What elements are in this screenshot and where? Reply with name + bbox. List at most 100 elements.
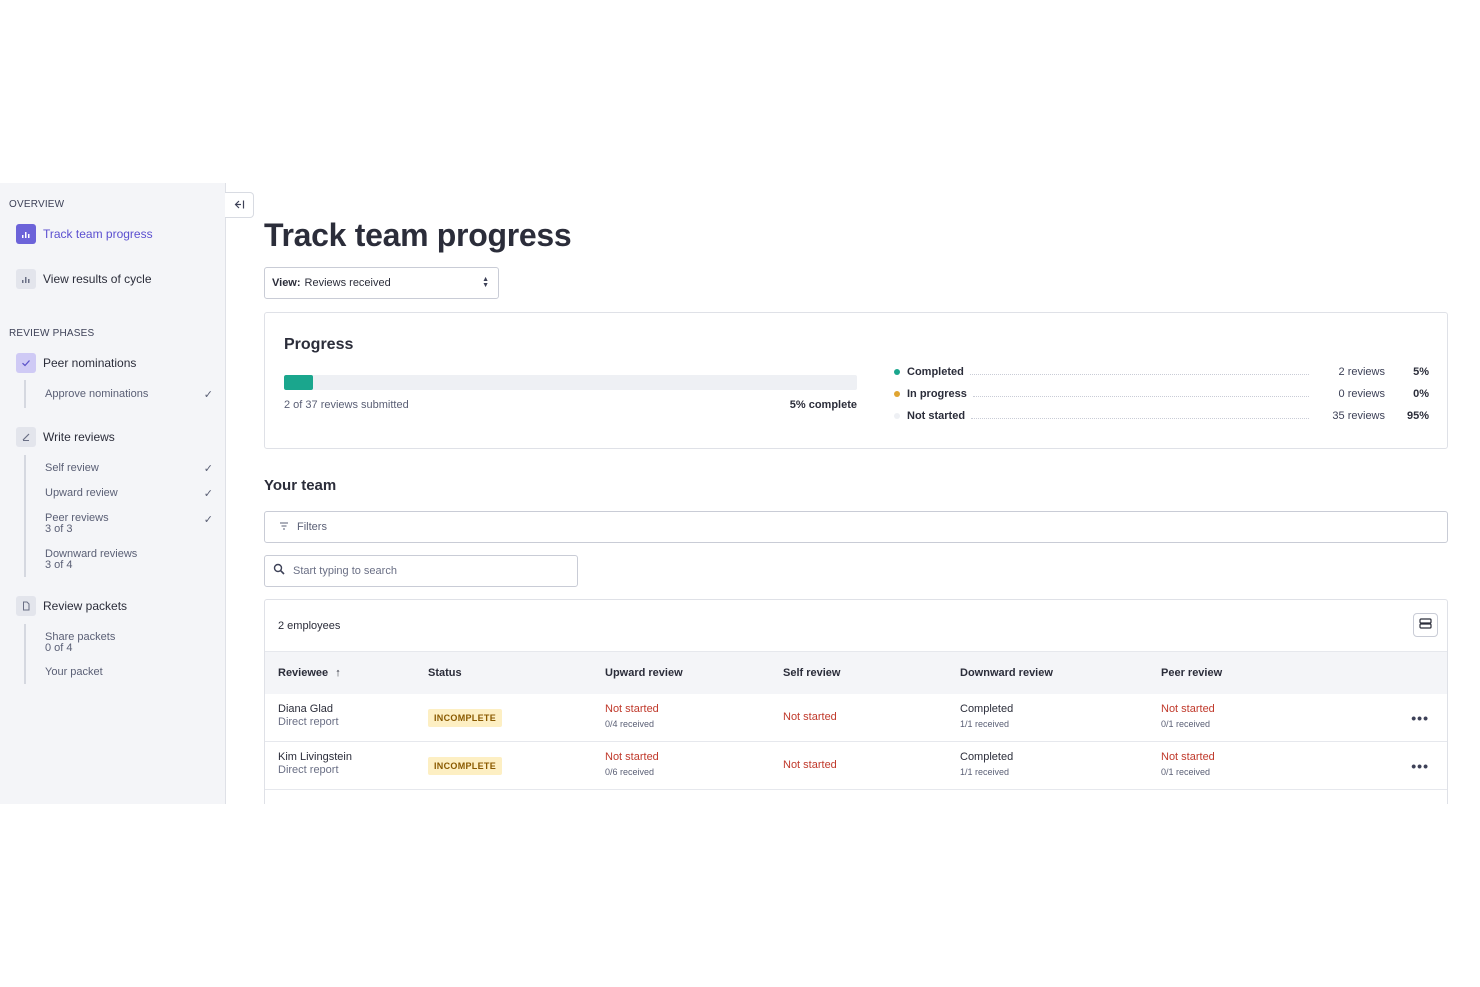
column-header-self-review[interactable]: Self review (783, 667, 840, 679)
peer-review-cell: Not started 0/1 received (1161, 751, 1215, 777)
table-density-button[interactable] (1413, 613, 1438, 637)
sidebar-item-label: View results of cycle (43, 272, 152, 286)
row-more-button[interactable]: ••• (1411, 758, 1429, 774)
upward-review-cell: Not started 0/4 received (605, 703, 659, 729)
downward-review-cell: Completed 1/1 received (960, 751, 1013, 777)
view-select[interactable]: View: Reviews received ▲ ▼ (264, 267, 499, 299)
reviewee-name: Diana Glad (278, 703, 334, 715)
check-icon: ✓ (203, 514, 213, 526)
reviewee-relation: Direct report (278, 716, 339, 728)
legend-label: Completed (907, 366, 964, 378)
sidebar-item-label: Write reviews (43, 430, 115, 444)
page-title: Track team progress (264, 217, 572, 253)
upward-review-status: Not started (605, 751, 659, 763)
table-header: Reviewee ↑ Status Upward review Self rev… (265, 651, 1447, 694)
select-arrows-icon: ▲ ▼ (482, 276, 489, 289)
column-header-downward-review[interactable]: Downward review (960, 667, 1053, 679)
upward-review-cell: Not started 0/6 received (605, 751, 659, 777)
sub-item-connector (24, 624, 26, 684)
legend-row-completed: Completed 2 reviews 5% (894, 364, 1429, 380)
table-row[interactable]: Diana Glad Direct report INCOMPLETE Not … (265, 694, 1447, 742)
downward-review-detail: 1/1 received (960, 767, 1010, 777)
filters-label: Filters (297, 521, 327, 533)
sidebar-subitem-downward-reviews[interactable]: Downward reviews 3 of 4 (45, 549, 213, 571)
sub-item-connector (24, 380, 26, 408)
filters-button[interactable]: Filters (264, 511, 1448, 543)
search-icon (273, 562, 285, 580)
team-table: 2 employees Reviewee ↑ Status Upward rev… (264, 599, 1448, 804)
search-input[interactable] (293, 565, 563, 577)
downward-review-status: Completed (960, 703, 1014, 715)
peer-review-cell: Not started 0/1 received (1161, 703, 1215, 729)
status-badge: INCOMPLETE (428, 709, 503, 727)
sidebar-item-view-results[interactable]: View results of cycle (16, 269, 152, 289)
peer-review-status: Not started (1161, 703, 1215, 715)
column-header-reviewee[interactable]: Reviewee ↑ (278, 667, 341, 679)
check-icon: ✓ (203, 389, 213, 401)
downward-review-detail: 1/1 received (960, 719, 1010, 729)
sidebar-subitem-your-packet[interactable]: Your packet (45, 666, 213, 678)
sidebar-item-label: Peer nominations (43, 356, 137, 370)
sidebar-item-label: Review packets (43, 599, 128, 613)
reviewee-cell: Kim Livingstein Direct report (278, 751, 352, 776)
bar-chart-icon (16, 224, 36, 244)
row-more-button[interactable]: ••• (1411, 710, 1429, 726)
bar-chart-icon (16, 269, 36, 289)
downward-review-cell: Completed 1/1 received (960, 703, 1013, 729)
collapse-left-icon (234, 198, 245, 212)
sidebar-subitem-upward-review[interactable]: Upward review ✓ (45, 487, 213, 500)
sort-ascending-icon: ↑ (335, 667, 341, 679)
legend-count: 0 reviews (1338, 388, 1385, 400)
review-phases-section-title: REVIEW PHASES (9, 328, 95, 339)
self-review-status: Not started (783, 711, 837, 723)
column-header-status[interactable]: Status (428, 667, 462, 679)
sidebar-item-peer-nominations[interactable]: Peer nominations (16, 353, 136, 373)
check-icon: ✓ (203, 488, 213, 500)
status-badge: INCOMPLETE (428, 757, 503, 775)
status-dot (894, 391, 900, 397)
table-row[interactable]: Kim Livingstein Direct report INCOMPLETE… (265, 742, 1447, 790)
sidebar-subitem-share-packets[interactable]: Share packets 0 of 4 (45, 632, 213, 654)
sidebar-subitem-detail: 0 of 4 (45, 642, 73, 654)
legend-percent: 5% (1413, 366, 1429, 378)
sidebar-item-track-team-progress[interactable]: Track team progress (16, 224, 153, 244)
upward-review-detail: 0/6 received (605, 767, 655, 777)
rows-icon (1419, 616, 1432, 634)
sidebar-subitem-label: Self review (45, 462, 99, 474)
progress-bar-fill (284, 375, 313, 390)
app-window: OVERVIEW Track team progress View result… (0, 183, 1480, 804)
downward-review-status: Completed (960, 751, 1014, 763)
legend-percent: 0% (1413, 388, 1429, 400)
sidebar: OVERVIEW Track team progress View result… (0, 183, 226, 804)
progress-bar (284, 375, 857, 390)
employee-count: 2 employees (278, 620, 341, 632)
sidebar-subitem-peer-reviews[interactable]: Peer reviews 3 of 3 ✓ (45, 513, 213, 535)
collapse-sidebar-button[interactable] (225, 192, 254, 218)
column-header-peer-review[interactable]: Peer review (1161, 667, 1222, 679)
progress-title: Progress (284, 336, 354, 353)
pencil-icon (16, 427, 36, 447)
overview-section-title: OVERVIEW (9, 199, 65, 210)
peer-review-detail: 0/1 received (1161, 767, 1211, 777)
column-header-upward-review[interactable]: Upward review (605, 667, 683, 679)
legend-row-in-progress: In progress 0 reviews 0% (894, 386, 1429, 402)
sidebar-subitem-detail: 3 of 4 (45, 559, 73, 571)
sidebar-item-review-packets[interactable]: Review packets (16, 596, 127, 616)
peer-review-detail: 0/1 received (1161, 719, 1211, 729)
filter-icon (279, 521, 289, 533)
reviewee-name: Kim Livingstein (278, 751, 352, 763)
sidebar-item-label: Track team progress (43, 227, 153, 241)
status-dot (894, 369, 900, 375)
peer-review-status: Not started (1161, 751, 1215, 763)
legend-label: In progress (907, 388, 967, 400)
sidebar-item-write-reviews[interactable]: Write reviews (16, 427, 115, 447)
sidebar-subitem-approve-nominations[interactable]: Approve nominations ✓ (45, 388, 213, 401)
legend-row-not-started: Not started 35 reviews 95% (894, 408, 1429, 424)
legend-percent: 95% (1406, 410, 1429, 422)
sidebar-subitem-detail: 3 of 3 (45, 523, 73, 535)
upward-review-status: Not started (605, 703, 659, 715)
legend-count: 35 reviews (1332, 410, 1385, 422)
sidebar-subitem-label: Upward review (45, 487, 118, 499)
sidebar-subitem-self-review[interactable]: Self review ✓ (45, 462, 213, 475)
legend-label: Not started (907, 410, 966, 422)
